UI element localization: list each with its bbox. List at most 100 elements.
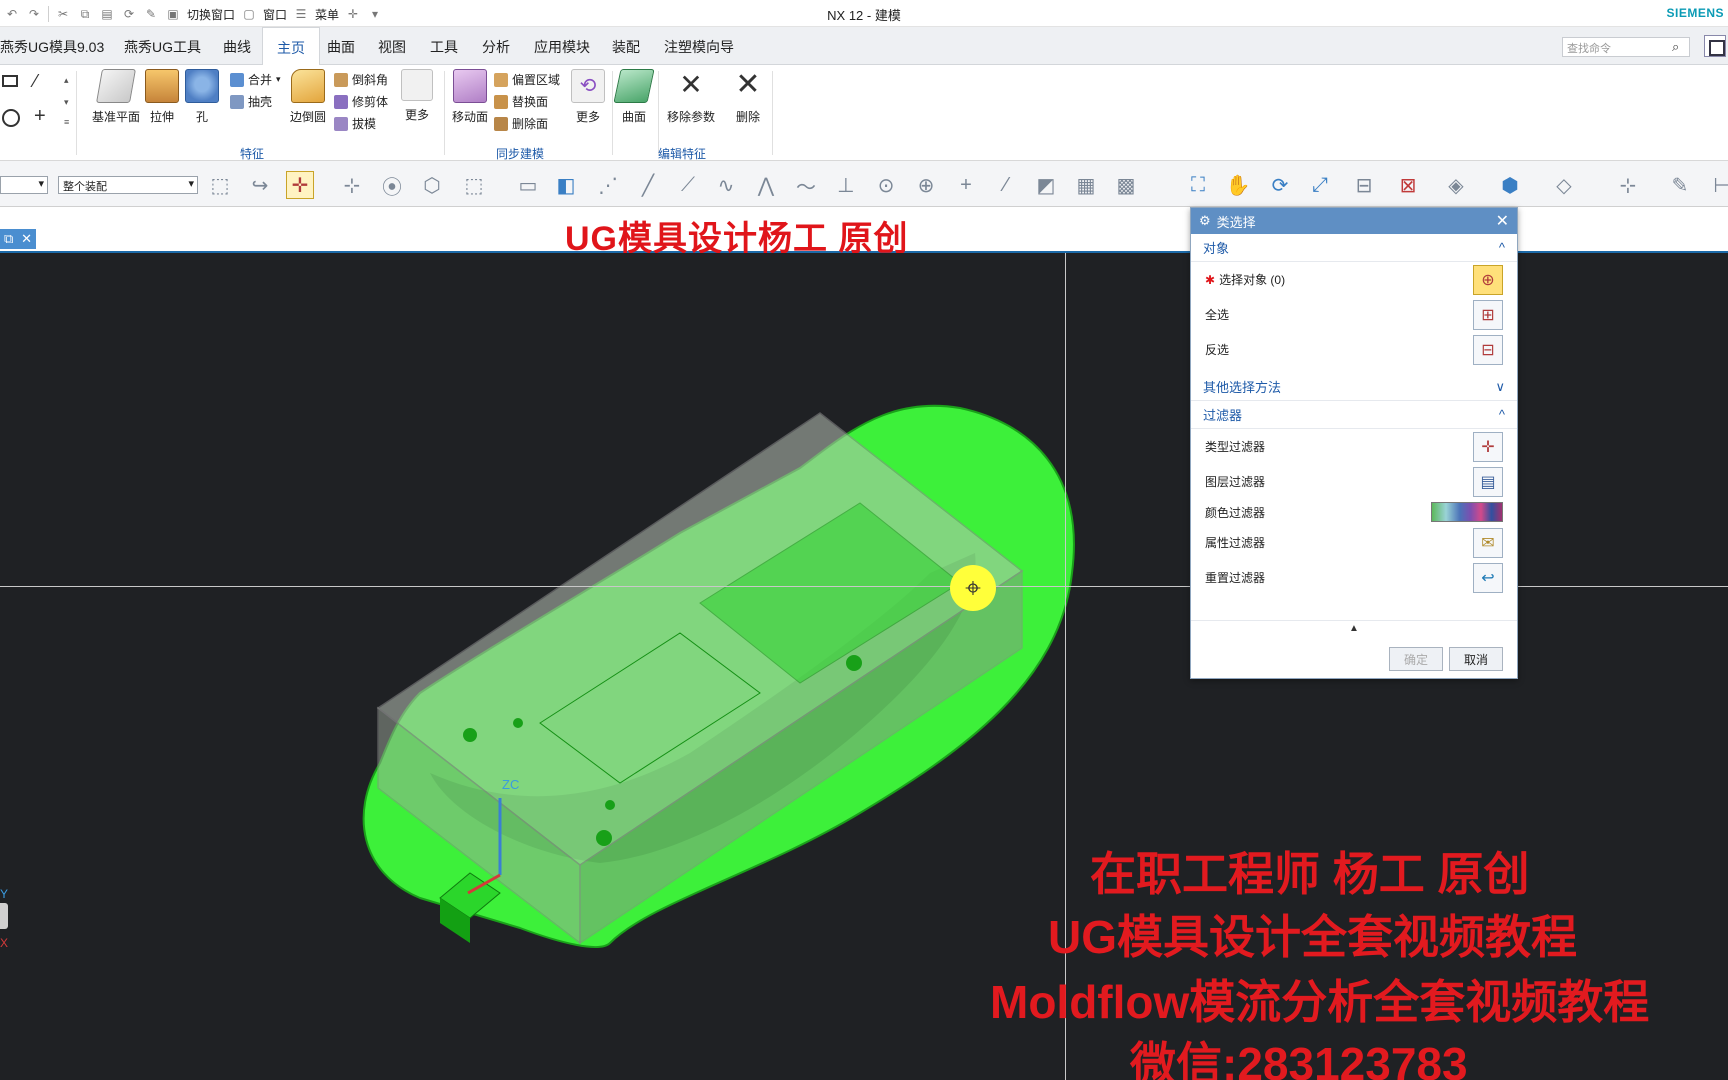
tab-analysis[interactable]: 分析 bbox=[482, 37, 510, 57]
reset-filter-button[interactable]: ↩ bbox=[1473, 562, 1503, 593]
tab-home[interactable]: 主页 bbox=[262, 27, 320, 66]
invert-selection-row: 反选 ⊟ bbox=[1191, 332, 1517, 367]
tab-assembly[interactable]: 装配 bbox=[612, 37, 640, 57]
replace-face-button[interactable]: 替换面 bbox=[494, 93, 548, 110]
rect-select-icon[interactable]: ⬚ bbox=[460, 171, 488, 199]
draft-button[interactable]: 拔模 bbox=[334, 115, 376, 132]
restore-window-icon[interactable] bbox=[1704, 35, 1726, 57]
edit-object-display-icon[interactable]: ✎ bbox=[1666, 171, 1694, 199]
extrude-button[interactable]: 拉伸 bbox=[144, 69, 180, 125]
point-on-face-snap-icon[interactable]: ◩ bbox=[1032, 171, 1060, 199]
color-filter-swatch[interactable] bbox=[1431, 502, 1503, 522]
line-snap-icon[interactable]: ╱ bbox=[634, 171, 662, 199]
selection-intent-icon[interactable]: ⬚ bbox=[206, 171, 234, 199]
type-filter-select[interactable] bbox=[0, 176, 48, 194]
type-filter-button[interactable]: ✛ bbox=[1473, 431, 1503, 462]
measure-icon[interactable]: ⊢ bbox=[1708, 171, 1728, 199]
collapse-icon: ^ bbox=[1498, 240, 1505, 255]
datum-plane-button[interactable]: 基准平面 bbox=[90, 69, 142, 125]
curve-snap-icon[interactable]: ∿ bbox=[712, 171, 740, 199]
invert-selection-button[interactable]: ⊟ bbox=[1473, 334, 1503, 365]
layer-filter-button[interactable]: ▤ bbox=[1473, 466, 1503, 497]
fit-all-icon[interactable]: ⊠ bbox=[1394, 171, 1422, 199]
type-filter-icon[interactable]: ✛ bbox=[286, 171, 314, 199]
offset-region-button[interactable]: 偏置区域 bbox=[494, 71, 560, 88]
edit-section-icon[interactable]: ◇ bbox=[1550, 171, 1578, 199]
arc-center-snap-icon[interactable]: ⊙ bbox=[872, 171, 900, 199]
more-features-button[interactable]: 更多 bbox=[400, 69, 434, 123]
surface-button[interactable]: 曲面 bbox=[613, 69, 655, 125]
intersection-snap-icon[interactable]: ⊥ bbox=[832, 171, 860, 199]
quadrant-snap-icon[interactable]: ⊕ bbox=[912, 171, 940, 199]
pan-icon[interactable]: ✋ bbox=[1224, 171, 1252, 199]
clip-view-icon[interactable]: ⊟ bbox=[1350, 171, 1378, 199]
orient-view-icon[interactable]: ⬢ bbox=[1496, 171, 1524, 199]
select-object-button[interactable]: ⊕ bbox=[1473, 264, 1503, 295]
close-icon[interactable]: ✕ bbox=[1496, 211, 1509, 231]
unite-button[interactable]: 合并 ▾ bbox=[230, 71, 281, 88]
existing-point-snap-icon[interactable]: + bbox=[952, 171, 980, 199]
control-point-snap-icon[interactable]: ⋀ bbox=[752, 171, 780, 199]
gallery-expand-icon[interactable]: ≡ bbox=[64, 117, 69, 127]
endpoint-snap-icon[interactable]: ⋰ bbox=[594, 171, 622, 199]
filter-section-header[interactable]: 过滤器 ^ bbox=[1191, 401, 1517, 429]
general-select-icon[interactable]: ⦿ bbox=[378, 171, 406, 199]
render-style-icon[interactable]: ◈ bbox=[1442, 171, 1470, 199]
more-sync-button[interactable]: ⟲ 更多 bbox=[570, 69, 606, 125]
tab-view[interactable]: 视图 bbox=[378, 37, 406, 57]
cancel-button[interactable]: 取消 bbox=[1449, 647, 1503, 671]
line-icon[interactable]: ⁄ bbox=[34, 71, 37, 92]
tab-yanxiu-mold[interactable]: 燕秀UG模具9.03 bbox=[0, 37, 104, 57]
object-section-header[interactable]: 对象 ^ bbox=[1191, 234, 1517, 262]
zoom-icon[interactable]: ⤢ bbox=[1306, 171, 1334, 199]
point-on-curve-snap-icon[interactable]: ⁄ bbox=[992, 171, 1020, 199]
delete-button[interactable]: ✕ 删除 bbox=[730, 69, 766, 125]
edge-blend-button[interactable]: 边倒圆 bbox=[288, 69, 328, 125]
collapse-icon: ^ bbox=[1498, 407, 1505, 422]
gear-icon[interactable]: ⚙ bbox=[1199, 213, 1211, 229]
bounded-grid-snap-icon[interactable]: ▦ bbox=[1072, 171, 1100, 199]
wcs-icon[interactable]: ⊹ bbox=[1614, 171, 1642, 199]
command-search-input[interactable]: 查找命令 bbox=[1562, 37, 1690, 57]
close-document-icon[interactable]: ✕ bbox=[21, 231, 32, 247]
trim-body-button[interactable]: 修剪体 bbox=[334, 93, 388, 110]
hole-button[interactable]: 孔 bbox=[184, 69, 220, 125]
tab-mold-wizard[interactable]: 注塑模向导 bbox=[664, 37, 734, 57]
document-tab[interactable]: ⧉ ✕ bbox=[0, 229, 36, 249]
tab-yanxiu-tools[interactable]: 燕秀UG工具 bbox=[124, 37, 201, 57]
remove-params-button[interactable]: ✕ 移除参数 bbox=[664, 69, 718, 125]
shaded-body-icon[interactable]: ◧ bbox=[552, 171, 580, 199]
box-select-icon[interactable]: ⬡ bbox=[418, 171, 446, 199]
surface-icon bbox=[613, 69, 655, 103]
tab-applications[interactable]: 应用模块 bbox=[534, 37, 590, 57]
midpoint-snap-icon[interactable]: ⟋ bbox=[674, 171, 702, 199]
remove-params-icon: ✕ bbox=[679, 69, 703, 100]
grid-snap-icon[interactable]: ▩ bbox=[1112, 171, 1140, 199]
collapse-dialog-icon[interactable]: ▲ bbox=[1191, 623, 1517, 634]
snap-point-icon[interactable]: ⊹ bbox=[338, 171, 366, 199]
select-all-button[interactable]: ⊞ bbox=[1473, 299, 1503, 330]
search-icon[interactable]: ⌕ bbox=[1672, 39, 1679, 55]
selection-scope-select[interactable]: 整个装配 bbox=[58, 176, 198, 194]
fit-view-icon[interactable]: ⛶ bbox=[1184, 171, 1212, 199]
attribute-filter-button[interactable]: ✉ bbox=[1473, 527, 1503, 558]
spline-snap-icon[interactable]: 〜 bbox=[792, 171, 820, 199]
rotate-icon[interactable]: ⟳ bbox=[1266, 171, 1294, 199]
circle-icon[interactable] bbox=[2, 109, 20, 127]
rectangle-icon[interactable] bbox=[2, 75, 18, 87]
move-face-button[interactable]: 移动面 bbox=[450, 69, 490, 125]
follow-selection-icon[interactable]: ↪ bbox=[246, 171, 274, 199]
tab-surface[interactable]: 曲面 bbox=[327, 37, 355, 57]
gallery-up-icon[interactable]: ▴ bbox=[64, 75, 69, 86]
ok-button[interactable]: 确定 bbox=[1389, 647, 1443, 671]
gallery-down-icon[interactable]: ▾ bbox=[64, 97, 69, 108]
delete-face-button[interactable]: 删除面 bbox=[494, 115, 548, 132]
point-icon[interactable]: + bbox=[34, 105, 46, 128]
other-methods-section-header[interactable]: 其他选择方法 ∨ bbox=[1191, 373, 1517, 401]
chamfer-button[interactable]: 倒斜角 bbox=[334, 71, 388, 88]
tab-curve[interactable]: 曲线 bbox=[223, 37, 251, 57]
unite-icon bbox=[230, 72, 244, 87]
shell-button[interactable]: 抽壳 bbox=[230, 93, 272, 110]
tab-tools[interactable]: 工具 bbox=[430, 37, 458, 57]
solid-select-icon[interactable]: ▭ bbox=[514, 171, 542, 199]
